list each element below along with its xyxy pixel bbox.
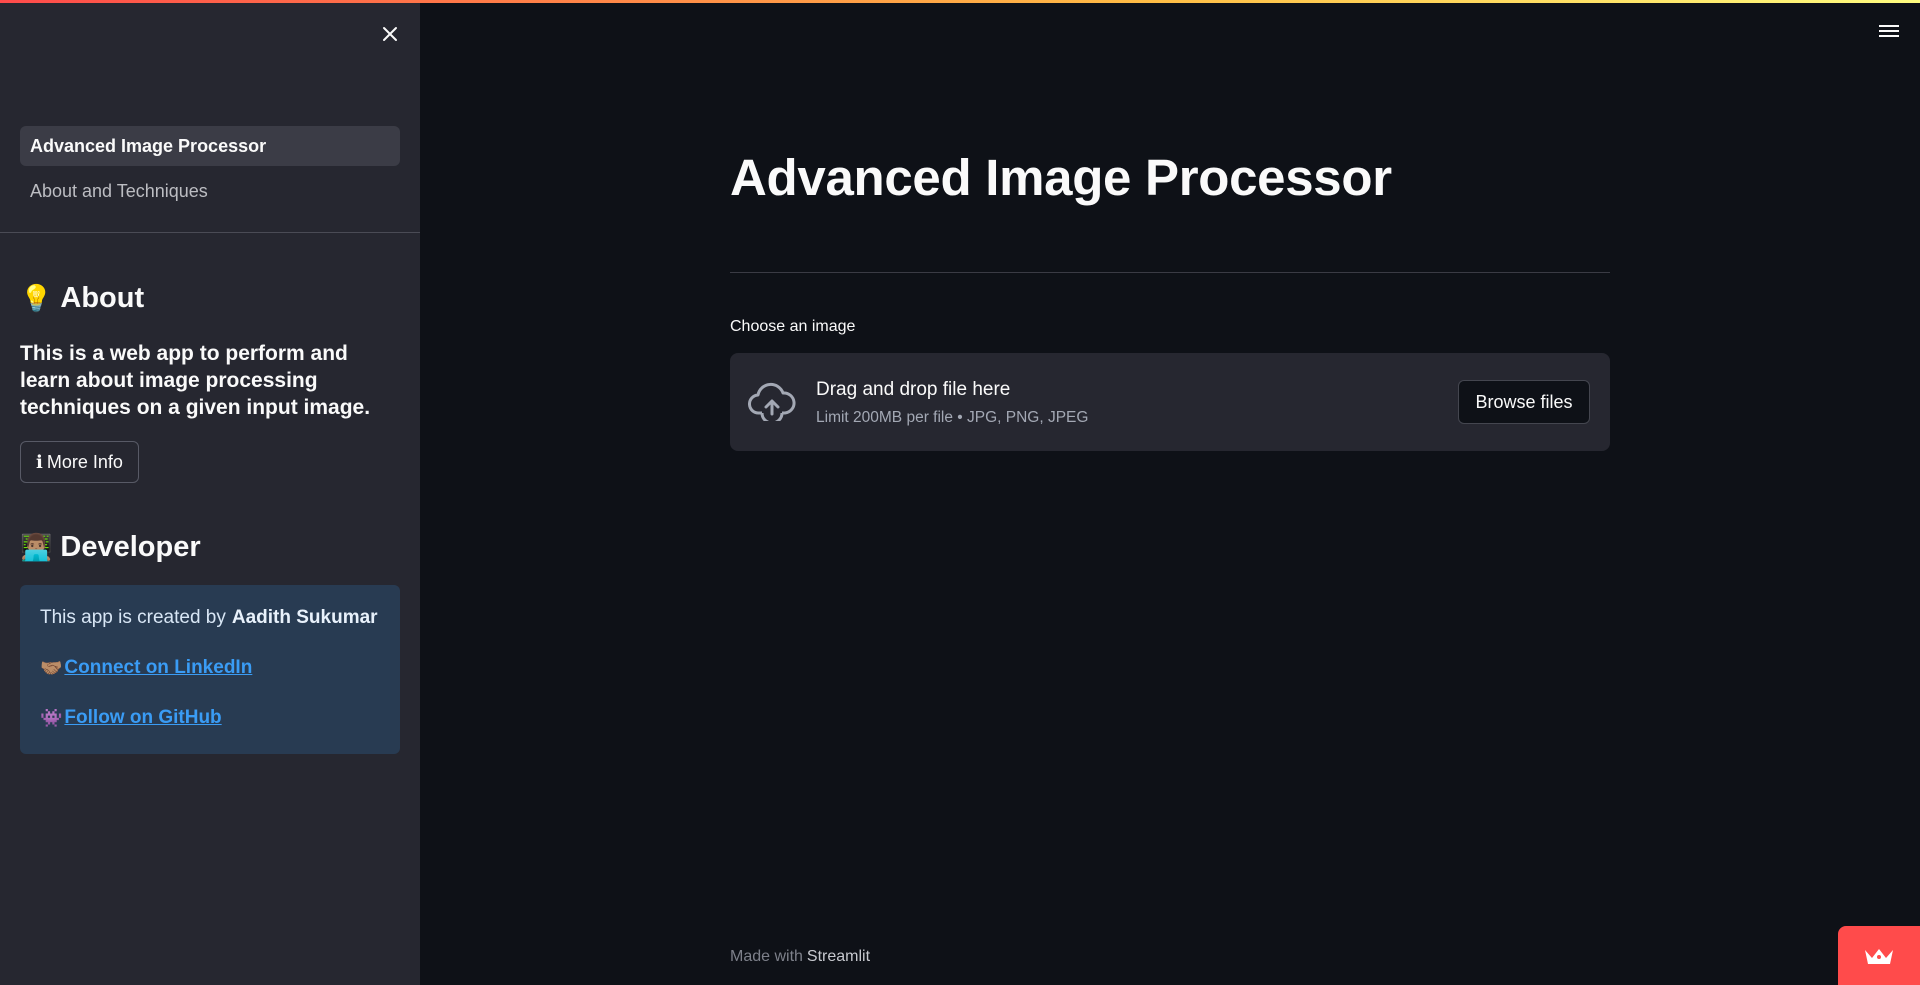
sidebar-item-label: Advanced Image Processor [30, 135, 267, 156]
author-name: Aadith Sukumar [231, 607, 378, 628]
more-info-button[interactable]: ℹ More Info [20, 441, 139, 483]
dropzone-limit: Limit 200MB per file • JPG, PNG, JPEG [816, 409, 1089, 426]
file-dropzone[interactable]: Drag and drop file here Limit 200MB per … [730, 353, 1610, 451]
dropzone-instructions: Drag and drop file here [816, 379, 1011, 400]
uploader-label: Choose an image [730, 318, 856, 335]
github-link[interactable]: Follow on GitHub [64, 707, 221, 729]
main-menu-button[interactable] [1878, 22, 1900, 40]
sidebar-divider [0, 232, 420, 233]
page-title: Advanced Image Processor [730, 149, 1392, 206]
crown-icon [1865, 948, 1893, 964]
developer-icon: 👨🏽‍💻 [20, 532, 53, 562]
cloud-upload-icon [748, 382, 796, 421]
about-heading: 💡 About [20, 278, 400, 318]
created-by-line: This app is created by Aadith Sukumar [40, 605, 380, 631]
light-bulb-icon: 💡 [20, 283, 53, 313]
handshake-icon: 🤝🏽 [40, 657, 63, 678]
developer-heading: 👨🏽‍💻 Developer [20, 527, 400, 567]
created-by-prefix: This app is created by [40, 607, 226, 628]
sidebar-item-label: About and Techniques [30, 180, 208, 201]
developer-heading-text: Developer [60, 530, 201, 563]
alien-monster-icon: 👾 [40, 707, 63, 728]
streamlit-badge-button[interactable] [1838, 926, 1920, 985]
about-description: This is a web app to perform and learn a… [20, 342, 371, 419]
top-decoration-bar [0, 0, 1920, 3]
developer-info-box: This app is created by Aadith Sukumar 🤝🏽… [20, 585, 400, 754]
sidebar: Advanced Image Processor About and Techn… [0, 0, 420, 985]
about-heading-text: About [60, 281, 145, 314]
close-icon [383, 27, 397, 41]
footer-prefix: Made with [730, 948, 803, 965]
info-icon: ℹ [36, 451, 43, 472]
streamlit-link[interactable]: Streamlit [807, 948, 870, 965]
sidebar-item-advanced-image-processor[interactable]: Advanced Image Processor [20, 126, 400, 166]
linkedin-row: 🤝🏽 Connect on LinkedIn [40, 655, 380, 681]
linkedin-link[interactable]: Connect on LinkedIn [64, 657, 252, 679]
more-info-label: More Info [46, 451, 123, 472]
title-divider [730, 272, 1610, 273]
sidebar-nav: Advanced Image Processor About and Techn… [20, 126, 400, 211]
github-row: 👾 Follow on GitHub [40, 705, 380, 731]
hamburger-menu-icon [1879, 25, 1899, 37]
sidebar-item-about-and-techniques[interactable]: About and Techniques [20, 171, 400, 211]
sidebar-content: 💡 About This is a web app to perform and… [20, 278, 400, 754]
browse-files-button[interactable]: Browse files [1458, 380, 1590, 424]
footer: Made with Streamlit [730, 948, 870, 966]
close-sidebar-button[interactable] [376, 20, 404, 48]
